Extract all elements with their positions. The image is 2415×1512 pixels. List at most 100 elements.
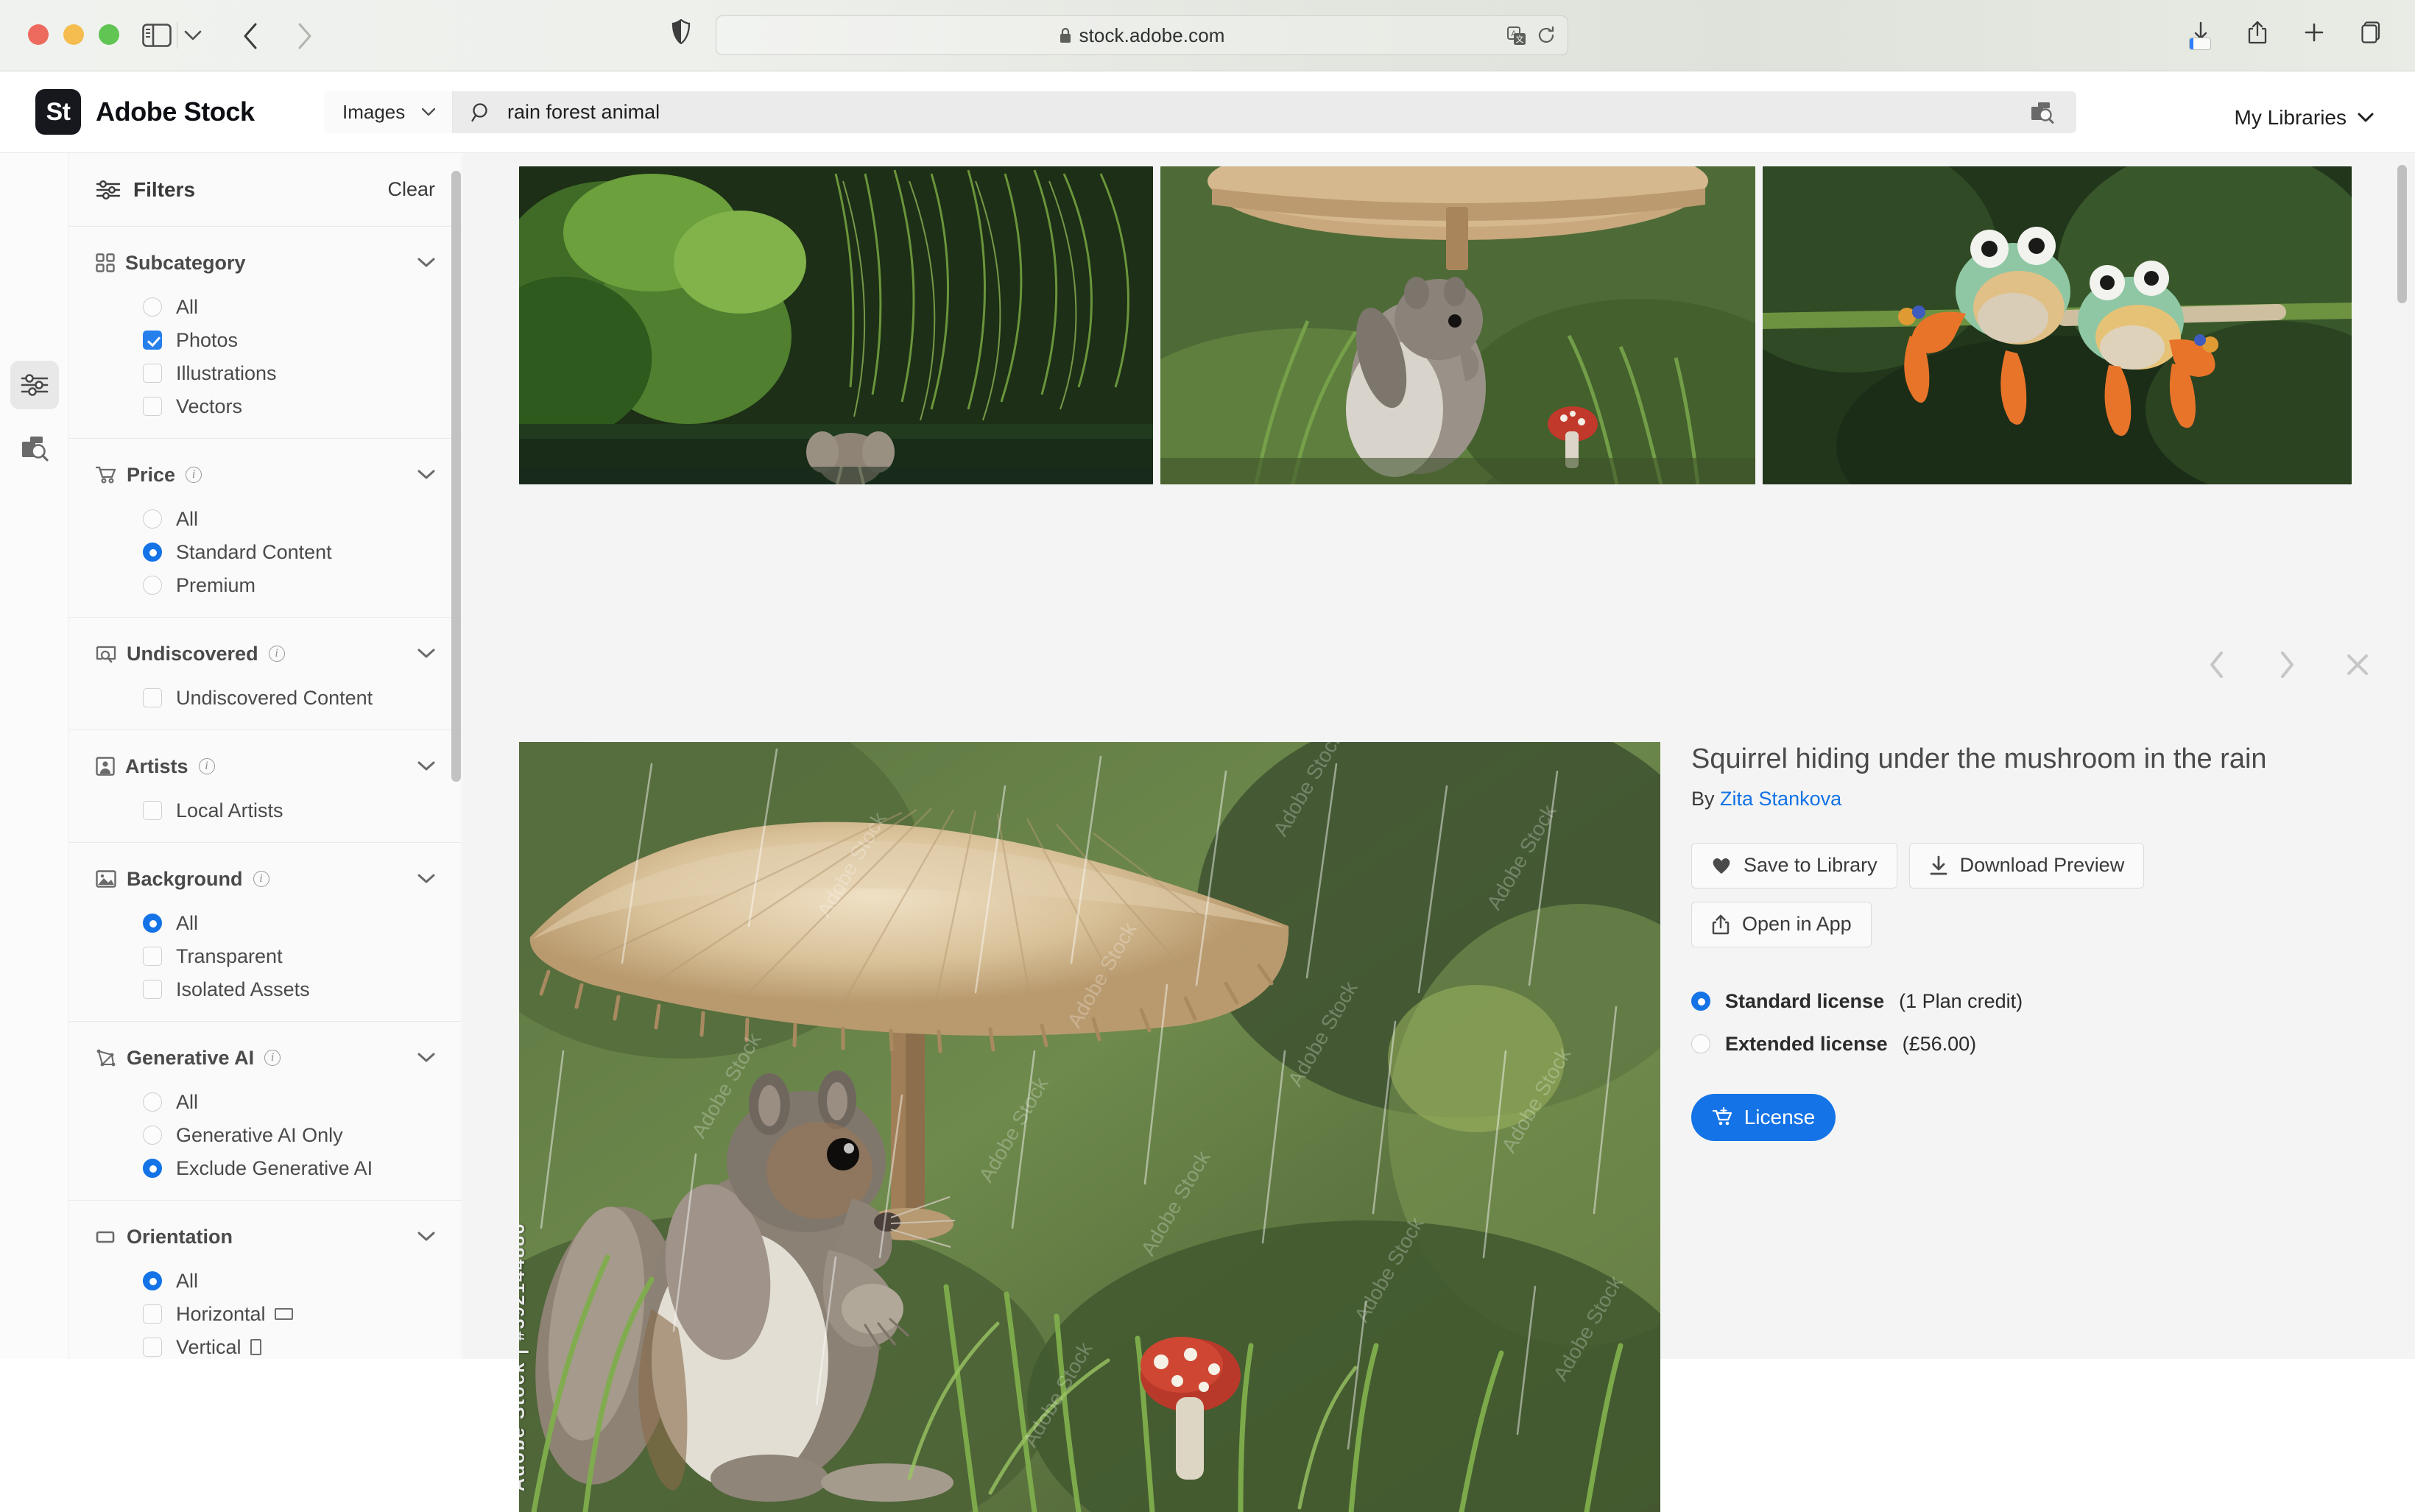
- result-thumbnail[interactable]: [519, 166, 1153, 484]
- filter-option-orientation-all[interactable]: All: [143, 1265, 462, 1296]
- info-icon[interactable]: i: [186, 467, 202, 483]
- filter-option-genai-only[interactable]: Generative AI Only: [143, 1120, 462, 1151]
- filter-section-subcategory: Subcategory All Photos Illustrations Vec…: [69, 227, 462, 439]
- heart-icon: [1711, 856, 1732, 875]
- filter-option-price-all[interactable]: All: [143, 504, 462, 534]
- filter-option-exclude-genai[interactable]: Exclude Generative AI: [143, 1153, 462, 1184]
- translate-icon[interactable]: A文: [1506, 26, 1527, 46]
- filter-section-header[interactable]: Background i: [69, 862, 462, 896]
- zoom-window-button[interactable]: [99, 24, 119, 45]
- radio-indicator: [143, 914, 162, 933]
- filter-option-label: Exclude Generative AI: [176, 1157, 373, 1180]
- filter-option-horizontal[interactable]: Horizontal: [143, 1299, 462, 1329]
- filter-option-label: All: [176, 1270, 198, 1293]
- info-icon[interactable]: i: [264, 1050, 281, 1066]
- tab-overview-icon[interactable]: [2356, 16, 2386, 49]
- chevron-down-icon[interactable]: [417, 258, 435, 268]
- filter-option-illustrations[interactable]: Illustrations: [143, 358, 462, 389]
- search-type-dropdown[interactable]: Images: [324, 91, 453, 133]
- search-input[interactable]: rain forest animal: [453, 91, 2076, 133]
- chevron-down-icon[interactable]: [417, 470, 435, 480]
- my-libraries-label: My Libraries: [2235, 106, 2347, 130]
- chevron-down-icon[interactable]: [417, 649, 435, 659]
- result-thumbnail[interactable]: [1763, 166, 2352, 484]
- asset-preview[interactable]: Adobe Stock Adobe Stock Adobe Stock Adob…: [519, 742, 1660, 1512]
- filter-option-label: All: [176, 296, 198, 319]
- close-window-button[interactable]: [28, 24, 49, 45]
- chevron-down-icon[interactable]: [180, 24, 205, 47]
- privacy-shield-icon[interactable]: [671, 19, 704, 52]
- reload-icon[interactable]: [1537, 26, 1556, 46]
- license-button[interactable]: License: [1691, 1094, 1836, 1141]
- filter-option-background-all[interactable]: All: [143, 908, 462, 939]
- license-option-extended[interactable]: Extended license (£56.00): [1691, 1033, 2376, 1056]
- save-to-library-button[interactable]: Save to Library: [1691, 843, 1897, 889]
- share-icon[interactable]: [2243, 16, 2272, 49]
- filter-option-photos[interactable]: Photos: [143, 325, 462, 356]
- visual-search-rail-icon[interactable]: [10, 424, 59, 473]
- prev-asset-button[interactable]: [2199, 648, 2233, 682]
- info-icon[interactable]: i: [269, 646, 285, 662]
- checkbox-indicator: [143, 947, 162, 966]
- lock-icon: [1059, 27, 1072, 44]
- chevron-down-icon[interactable]: [417, 761, 435, 771]
- brand-logo[interactable]: St Adobe Stock: [35, 89, 255, 135]
- filter-option-standard-content[interactable]: Standard Content: [143, 537, 462, 568]
- license-option-price: (£56.00): [1903, 1033, 1977, 1056]
- license-option-standard[interactable]: Standard license (1 Plan credit): [1691, 990, 2376, 1013]
- close-detail-button[interactable]: [2341, 648, 2375, 682]
- open-in-app-button[interactable]: Open in App: [1691, 902, 1872, 947]
- next-asset-button[interactable]: [2270, 648, 2304, 682]
- filter-section-header[interactable]: Generative AI i: [69, 1041, 462, 1075]
- search-bar[interactable]: Images rain forest animal: [324, 91, 2076, 133]
- rect-vertical-icon: [250, 1339, 261, 1355]
- minimize-window-button[interactable]: [63, 24, 84, 45]
- forward-arrow-icon[interactable]: [289, 21, 321, 52]
- address-bar-text: stock.adobe.com: [1079, 24, 1224, 47]
- checkbox-indicator: [143, 331, 162, 350]
- plus-icon[interactable]: [2299, 16, 2329, 49]
- filter-section-orientation: Orientation All Horizontal Verti: [69, 1201, 462, 1359]
- filter-option-genai-all[interactable]: All: [143, 1087, 462, 1117]
- filter-option-undiscovered-content[interactable]: Undiscovered Content: [143, 682, 462, 713]
- result-thumbnail[interactable]: [1160, 166, 1755, 484]
- filter-option-vectors[interactable]: Vectors: [143, 391, 462, 422]
- checkbox-indicator: [143, 1338, 162, 1357]
- adobe-stock-mark: St: [35, 89, 81, 135]
- sidebar-scrollbar[interactable]: [451, 171, 461, 782]
- sidebar-toggle-icon[interactable]: [138, 21, 175, 50]
- filter-option-vertical[interactable]: Vertical: [143, 1332, 462, 1359]
- filter-option-premium[interactable]: Premium: [143, 570, 462, 601]
- my-libraries-menu[interactable]: My Libraries: [2235, 106, 2374, 130]
- filter-option-all[interactable]: All: [143, 292, 462, 322]
- filter-section-header[interactable]: Artists i: [69, 749, 462, 783]
- clear-filters-button[interactable]: Clear: [387, 178, 435, 201]
- author-link[interactable]: Zita Stankova: [1720, 788, 1841, 810]
- browser-toolbar-right: [2186, 16, 2386, 49]
- chevron-down-icon[interactable]: [417, 874, 435, 884]
- filter-section-header[interactable]: Undiscovered i: [69, 637, 462, 671]
- filters-title: Filters: [133, 178, 195, 202]
- filters-rail-icon[interactable]: [10, 361, 59, 409]
- filter-option-local-artists[interactable]: Local Artists: [143, 795, 462, 826]
- filter-section-header[interactable]: Subcategory: [69, 246, 462, 280]
- filter-option-label: Premium: [176, 574, 255, 597]
- visual-search-button[interactable]: [2017, 97, 2066, 128]
- info-icon[interactable]: i: [253, 871, 269, 887]
- download-preview-button[interactable]: Download Preview: [1909, 843, 2145, 889]
- site-header: St Adobe Stock Images rain forest animal…: [0, 71, 2415, 153]
- downloads-icon[interactable]: [2186, 16, 2215, 49]
- back-arrow-icon[interactable]: [234, 21, 267, 52]
- filter-option-transparent[interactable]: Transparent: [143, 941, 462, 972]
- filter-option-isolated-assets[interactable]: Isolated Assets: [143, 974, 462, 1005]
- filter-section-header[interactable]: Orientation: [69, 1220, 462, 1254]
- chevron-down-icon[interactable]: [417, 1053, 435, 1063]
- radio-indicator: [143, 576, 162, 595]
- filter-section-header[interactable]: Price i: [69, 458, 462, 492]
- address-bar[interactable]: stock.adobe.com A文: [716, 15, 1568, 55]
- radio-indicator: [143, 297, 162, 317]
- chevron-down-icon: [421, 107, 436, 117]
- chevron-down-icon[interactable]: [417, 1232, 435, 1242]
- main-scrollbar[interactable]: [2397, 165, 2407, 303]
- info-icon[interactable]: i: [199, 758, 215, 774]
